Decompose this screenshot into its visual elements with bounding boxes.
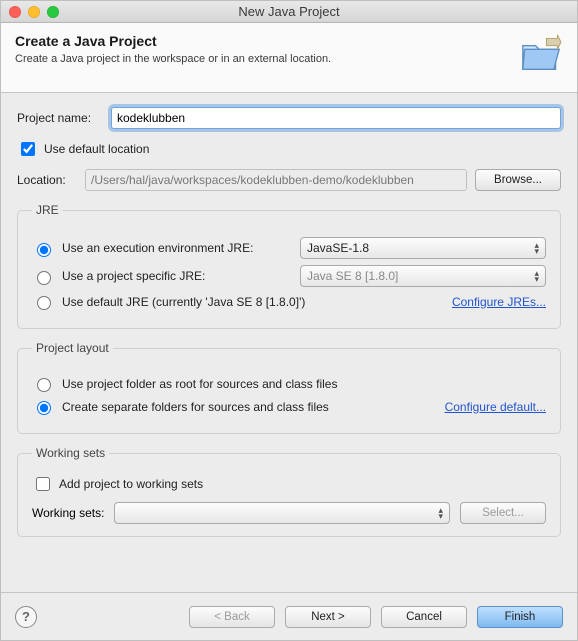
chevron-updown-icon: ▴▾ bbox=[438, 507, 443, 519]
select-working-sets-button[interactable]: Select... bbox=[460, 502, 546, 524]
working-sets-label: Working sets: bbox=[32, 506, 104, 520]
use-default-location-checkbox[interactable] bbox=[21, 142, 35, 156]
jre-legend: JRE bbox=[32, 203, 63, 217]
configure-jres-link[interactable]: Configure JREs... bbox=[452, 295, 546, 309]
zoom-icon[interactable] bbox=[47, 6, 59, 18]
layout-root-radio[interactable] bbox=[37, 378, 51, 392]
chevron-updown-icon: ▴▾ bbox=[534, 242, 539, 254]
jre-default-label: Use default JRE (currently 'Java SE 8 [1… bbox=[62, 295, 305, 309]
jre-env-label: Use an execution environment JRE: bbox=[62, 241, 292, 255]
layout-root-label: Use project folder as root for sources a… bbox=[62, 377, 337, 391]
jre-group: JRE Use an execution environment JRE: Ja… bbox=[17, 203, 561, 329]
help-icon[interactable]: ? bbox=[15, 606, 37, 628]
wizard-body: Project name: Use default location Locat… bbox=[1, 93, 577, 592]
jre-env-radio[interactable] bbox=[37, 243, 51, 257]
next-button[interactable]: Next > bbox=[285, 606, 371, 628]
use-default-location-label: Use default location bbox=[44, 142, 149, 156]
titlebar: New Java Project bbox=[1, 1, 577, 23]
project-name-input[interactable] bbox=[111, 107, 561, 129]
finish-button[interactable]: Finish bbox=[477, 606, 563, 628]
jre-specific-label: Use a project specific JRE: bbox=[62, 269, 292, 283]
page-subtitle: Create a Java project in the workspace o… bbox=[15, 53, 331, 65]
window-title: New Java Project bbox=[1, 4, 577, 19]
configure-default-link[interactable]: Configure default... bbox=[445, 400, 546, 414]
jre-specific-value: Java SE 8 [1.8.0] bbox=[307, 269, 398, 283]
page-title: Create a Java Project bbox=[15, 33, 331, 49]
wizard-folder-icon bbox=[519, 33, 563, 78]
layout-legend: Project layout bbox=[32, 341, 113, 355]
chevron-updown-icon: ▴▾ bbox=[534, 270, 539, 282]
layout-separate-label: Create separate folders for sources and … bbox=[62, 400, 329, 414]
layout-separate-radio[interactable] bbox=[37, 401, 51, 415]
jre-specific-select: Java SE 8 [1.8.0] ▴▾ bbox=[300, 265, 546, 287]
project-name-label: Project name: bbox=[17, 111, 103, 125]
browse-button[interactable]: Browse... bbox=[475, 169, 561, 191]
cancel-button[interactable]: Cancel bbox=[381, 606, 467, 628]
jre-specific-radio[interactable] bbox=[37, 271, 51, 285]
new-java-project-dialog: New Java Project Create a Java Project C… bbox=[0, 0, 578, 641]
add-to-working-sets-label: Add project to working sets bbox=[59, 477, 203, 491]
location-label: Location: bbox=[17, 173, 77, 187]
jre-env-value: JavaSE-1.8 bbox=[307, 241, 369, 255]
location-input bbox=[85, 169, 467, 191]
window-controls bbox=[9, 6, 59, 18]
working-sets-legend: Working sets bbox=[32, 446, 109, 460]
jre-default-radio[interactable] bbox=[37, 296, 51, 310]
project-layout-group: Project layout Use project folder as roo… bbox=[17, 341, 561, 434]
wizard-footer: ? < Back Next > Cancel Finish bbox=[1, 592, 577, 640]
working-sets-group: Working sets Add project to working sets… bbox=[17, 446, 561, 537]
add-to-working-sets-checkbox[interactable] bbox=[36, 477, 50, 491]
close-icon[interactable] bbox=[9, 6, 21, 18]
back-button[interactable]: < Back bbox=[189, 606, 275, 628]
wizard-header: Create a Java Project Create a Java proj… bbox=[1, 23, 577, 93]
working-sets-select: ▴▾ bbox=[114, 502, 450, 524]
jre-env-select[interactable]: JavaSE-1.8 ▴▾ bbox=[300, 237, 546, 259]
minimize-icon[interactable] bbox=[28, 6, 40, 18]
